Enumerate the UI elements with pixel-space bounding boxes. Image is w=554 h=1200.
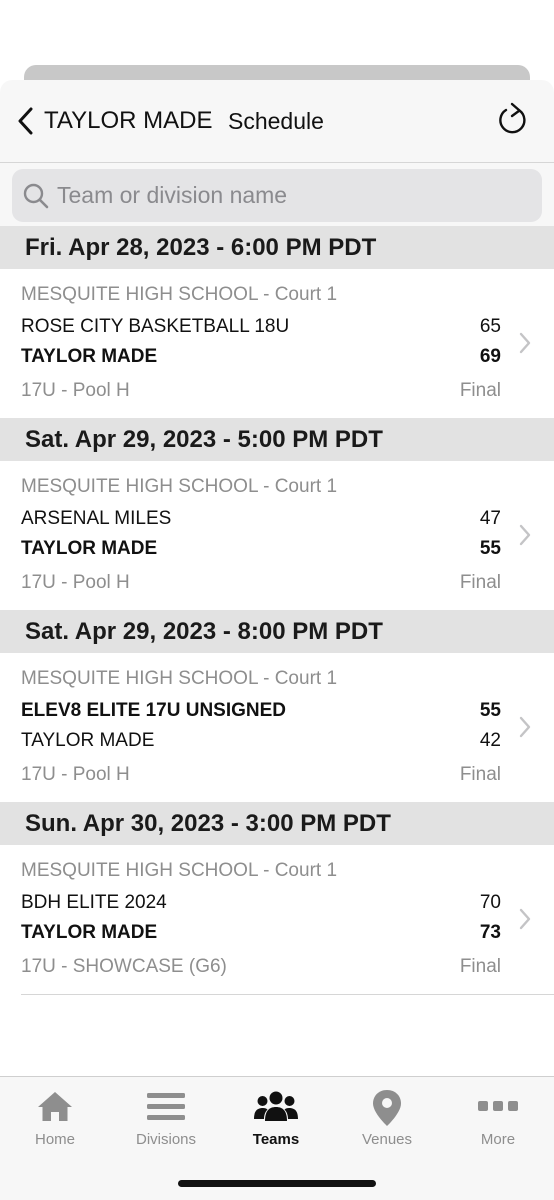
home-team-score: 42 xyxy=(479,730,501,751)
game-status: Final xyxy=(459,380,501,401)
venue-label: MESQUITE HIGH SCHOOL - Court 1 xyxy=(21,668,338,689)
game-row[interactable]: MESQUITE HIGH SCHOOL - Court 1 ARSENAL M… xyxy=(0,461,554,610)
ellipsis-icon xyxy=(478,1101,518,1111)
tab-label: Home xyxy=(34,1131,75,1148)
game-status: Final xyxy=(459,764,501,785)
search-field[interactable] xyxy=(12,169,542,222)
chevron-left-icon xyxy=(18,107,33,135)
day-section-header: Sun. Apr 30, 2023 - 3:00 PM PDT xyxy=(0,802,554,845)
game-row[interactable]: MESQUITE HIGH SCHOOL - Court 1 ELEV8 ELI… xyxy=(0,653,554,802)
home-team-score: 73 xyxy=(479,922,501,943)
tab-teams[interactable]: Teams xyxy=(221,1077,331,1157)
team-name-title: TAYLOR MADE xyxy=(44,107,213,134)
day-section-header: Fri. Apr 28, 2023 - 6:00 PM PDT xyxy=(0,226,554,269)
tab-label: Teams xyxy=(252,1131,300,1148)
division-label: 17U - Pool H xyxy=(21,380,130,401)
tab-label: More xyxy=(480,1131,516,1148)
away-team-score: 65 xyxy=(479,316,501,337)
map-pin-icon xyxy=(373,1090,401,1126)
home-team-score: 55 xyxy=(479,538,501,559)
page-title: Schedule xyxy=(228,108,324,134)
home-team-score: 69 xyxy=(479,346,501,367)
tab-venues[interactable]: Venues xyxy=(332,1077,442,1157)
tab-more[interactable]: More xyxy=(443,1077,553,1157)
game-row[interactable]: MESQUITE HIGH SCHOOL - Court 1 ROSE CITY… xyxy=(0,269,554,418)
tab-divisions[interactable]: Divisions xyxy=(111,1077,221,1157)
venue-label: MESQUITE HIGH SCHOOL - Court 1 xyxy=(21,476,338,497)
away-team-name: ELEV8 ELITE 17U UNSIGNED xyxy=(21,700,287,721)
list-icon xyxy=(147,1093,185,1120)
away-team-name: ARSENAL MILES xyxy=(21,508,172,529)
chevron-right-icon xyxy=(519,908,531,930)
venue-label: MESQUITE HIGH SCHOOL - Court 1 xyxy=(21,284,338,305)
division-label: 17U - SHOWCASE (G6) xyxy=(21,956,227,977)
chevron-right-icon xyxy=(519,332,531,354)
refresh-icon xyxy=(499,102,526,134)
day-section-header: Sat. Apr 29, 2023 - 8:00 PM PDT xyxy=(0,610,554,653)
home-team-name: TAYLOR MADE xyxy=(21,346,158,367)
away-team-score: 55 xyxy=(479,700,501,721)
list-end-divider xyxy=(21,994,554,995)
day-section-header: Sat. Apr 29, 2023 - 5:00 PM PDT xyxy=(0,418,554,461)
game-status: Final xyxy=(459,572,501,593)
schedule-sheet: TAYLOR MADE Schedule Fri. Apr 28, 2023 -… xyxy=(0,80,554,1200)
back-button[interactable] xyxy=(12,106,38,136)
refresh-button[interactable] xyxy=(496,101,530,137)
home-indicator[interactable] xyxy=(178,1180,376,1187)
away-team-name: ROSE CITY BASKETBALL 18U xyxy=(21,316,290,337)
game-status: Final xyxy=(459,956,501,977)
division-label: 17U - Pool H xyxy=(21,572,130,593)
away-team-name: BDH ELITE 2024 xyxy=(21,892,167,913)
tab-label: Divisions xyxy=(135,1131,196,1148)
house-icon xyxy=(38,1092,72,1121)
chevron-right-icon xyxy=(519,716,531,738)
division-label: 17U - Pool H xyxy=(21,764,130,785)
home-team-name: TAYLOR MADE xyxy=(21,922,158,943)
search-icon xyxy=(23,183,49,209)
venue-label: MESQUITE HIGH SCHOOL - Court 1 xyxy=(21,860,338,881)
chevron-right-icon xyxy=(519,524,531,546)
tab-home[interactable]: Home xyxy=(0,1077,110,1157)
away-team-score: 70 xyxy=(479,892,501,913)
home-team-name: TAYLOR MADE xyxy=(21,538,158,559)
search-input[interactable] xyxy=(57,169,527,222)
home-team-name: TAYLOR MADE xyxy=(21,730,155,751)
people-icon xyxy=(254,1091,298,1121)
navigation-bar: TAYLOR MADE Schedule xyxy=(0,80,554,163)
game-row[interactable]: MESQUITE HIGH SCHOOL - Court 1 BDH ELITE… xyxy=(0,845,554,994)
away-team-score: 47 xyxy=(479,508,501,529)
search-bar-container xyxy=(0,163,554,226)
tab-label: Venues xyxy=(361,1131,413,1148)
